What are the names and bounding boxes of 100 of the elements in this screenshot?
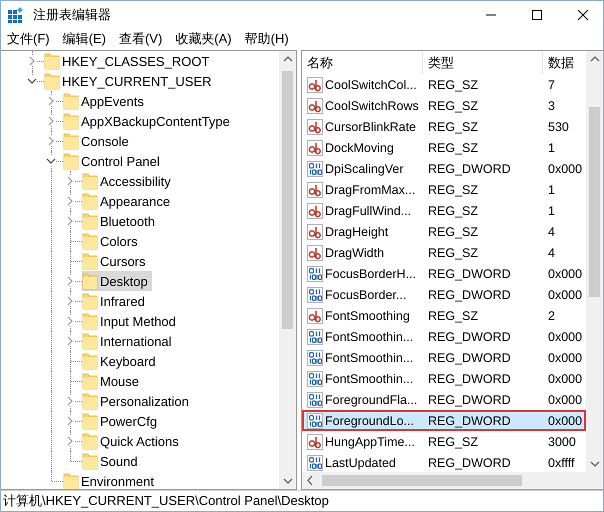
tree-item[interactable]: PowerCfg [82, 411, 162, 431]
value-name: DpiScalingVer [325, 162, 404, 176]
value-row[interactable]: DragHeight REG_SZ 4 [302, 221, 586, 242]
tree-item[interactable]: Sound [82, 451, 142, 471]
value-name: HungAppTime... [325, 434, 415, 448]
close-icon[interactable] [577, 8, 589, 20]
tree-item[interactable]: Appearance [82, 191, 174, 211]
value-data: 0x000 [547, 350, 584, 364]
tree-item[interactable]: AppXBackupContentType [63, 111, 234, 131]
string-value-icon [307, 244, 323, 260]
tree-item[interactable]: Keyboard [82, 351, 160, 371]
value-row[interactable]: FontSmoothin... REG_DWORD 0x000 [302, 326, 586, 347]
maximize-icon[interactable] [531, 8, 543, 20]
binary-value-icon [307, 370, 323, 386]
value-row[interactable]: CoolSwitchCol... REG_SZ 7 [302, 74, 586, 95]
value-name: FontSmoothin... [325, 350, 414, 364]
value-row[interactable]: DockMoving REG_SZ 1 [302, 137, 586, 158]
tree-item[interactable]: Colors [82, 231, 142, 251]
scrollbar-thumb[interactable] [322, 475, 522, 486]
tree-item[interactable]: HKEY_CURRENT_USER [44, 71, 216, 91]
column-header[interactable]: 类型 [423, 51, 543, 74]
value-data: 530 [547, 120, 570, 134]
binary-value-icon [307, 286, 323, 302]
value-type: REG_SZ [427, 78, 480, 92]
value-data: 3 [547, 98, 556, 112]
column-header[interactable]: 名称 [302, 51, 423, 74]
column-header[interactable]: 数据 [543, 51, 586, 74]
tree-item[interactable]: Infrared [82, 291, 149, 311]
menu-item[interactable]: 收藏夹(A) [175, 30, 232, 48]
value-name: CursorBlinkRate [325, 120, 416, 134]
menu-item[interactable]: 查看(V) [118, 30, 162, 48]
value-data: 4 [547, 246, 556, 260]
value-name: FontSmoothin... [325, 372, 414, 386]
value-data: 0x000 [547, 162, 584, 176]
value-row[interactable]: DragFullWind... REG_SZ 1 [302, 200, 586, 221]
tree-item[interactable]: Quick Actions [82, 431, 183, 451]
value-data: 0x000 [547, 266, 584, 280]
value-row[interactable]: FontSmoothin... REG_DWORD 0x000 [302, 347, 586, 368]
menu-item[interactable]: 文件(F) [7, 30, 50, 48]
tree-item[interactable]: Cursors [82, 251, 150, 271]
tree-item[interactable]: Bluetooth [82, 211, 159, 231]
value-type: REG_SZ [427, 182, 480, 196]
value-row[interactable]: FontSmoothing REG_SZ 2 [302, 305, 586, 326]
folder-icon [82, 432, 98, 450]
folder-icon [82, 212, 98, 230]
tree-item[interactable]: Console [63, 131, 133, 151]
folder-icon [82, 252, 98, 270]
string-value-icon [307, 118, 323, 134]
tree-item[interactable]: International [82, 331, 176, 351]
string-value-icon [307, 98, 323, 114]
tree-item[interactable]: Environment [63, 471, 158, 489]
value-row[interactable]: DpiScalingVer REG_DWORD 0x000 [302, 158, 586, 179]
folder-icon [63, 112, 79, 130]
value-row[interactable]: FocusBorderH... REG_DWORD 0x000 [302, 263, 586, 284]
string-value-icon [307, 182, 323, 198]
tree-item[interactable]: HKEY_CLASSES_ROOT [44, 51, 214, 71]
status-bar: 计算机\HKEY_CURRENT_USER\Control Panel\Desktop [1, 490, 603, 511]
value-row[interactable]: CoolSwitchRows REG_SZ 3 [302, 95, 586, 116]
value-row[interactable]: DragFromMax... REG_SZ 1 [302, 179, 586, 200]
value-row[interactable]: ForegroundFla... REG_DWORD 0x000 [302, 389, 586, 410]
value-data: 0x000 [547, 330, 584, 344]
scrollbar-thumb[interactable] [589, 107, 600, 297]
folder-icon [63, 152, 79, 170]
string-value-icon [307, 202, 323, 218]
tree-item[interactable]: AppEvents [63, 91, 148, 111]
value-row[interactable]: ForegroundLo... REG_DWORD 0x000 [302, 410, 586, 431]
value-type: REG_DWORD [427, 372, 512, 386]
value-row[interactable]: CursorBlinkRate REG_SZ 530 [302, 116, 586, 137]
menu-item[interactable]: 编辑(E) [62, 30, 106, 48]
value-data: 4 [547, 224, 556, 238]
folder-icon [44, 52, 60, 70]
scrollbar-thumb[interactable] [282, 71, 293, 329]
value-type: REG_SZ [427, 204, 480, 218]
tree-item[interactable]: Mouse [82, 371, 144, 391]
folder-icon [63, 92, 79, 110]
folder-icon [82, 372, 98, 390]
menu-item[interactable]: 帮助(H) [244, 30, 289, 48]
value-type: REG_SZ [427, 140, 480, 154]
value-data: 0x000 [547, 372, 584, 386]
value-name: DragHeight [325, 224, 388, 238]
value-data: 0x000 [547, 414, 584, 428]
value-row[interactable]: DragWidth REG_SZ 4 [302, 242, 586, 263]
value-data: 0xffff [547, 456, 576, 470]
value-type: REG_DWORD [427, 162, 512, 176]
value-row[interactable]: FocusBorder... REG_DWORD 0x000 [302, 284, 586, 305]
value-row[interactable]: HungAppTime... REG_SZ 3000 [302, 431, 586, 452]
value-row[interactable]: LastUpdated REG_DWORD 0xffff [302, 452, 586, 472]
folder-icon [63, 472, 79, 489]
tree-item[interactable]: Input Method [82, 311, 180, 331]
value-name: ForegroundFla... [325, 392, 418, 406]
folder-icon [82, 172, 98, 190]
tree-item[interactable]: Personalization [82, 391, 193, 411]
folder-icon [82, 352, 98, 370]
value-row[interactable]: FontSmoothin... REG_DWORD 0x000 [302, 368, 586, 389]
tree-item[interactable]: Desktop [82, 271, 152, 291]
value-data: 3000 [547, 434, 577, 448]
value-type: REG_DWORD [427, 392, 512, 406]
tree-item[interactable]: Accessibility [82, 171, 175, 191]
tree-item[interactable]: Control Panel [63, 151, 164, 171]
value-data: 1 [547, 140, 556, 154]
